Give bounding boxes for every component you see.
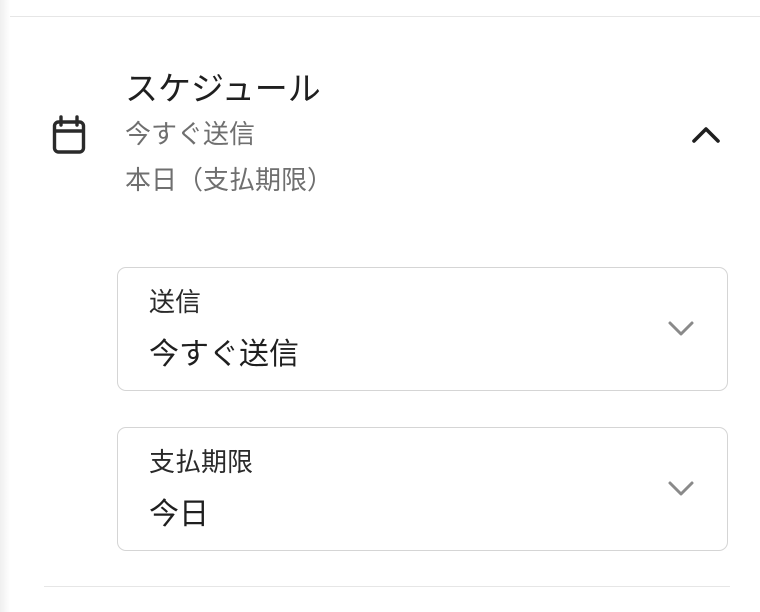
chevron-up-icon[interactable] (690, 122, 722, 146)
schedule-due-summary: 本日（支払期限） (125, 166, 334, 196)
schedule-section-header[interactable]: スケジュール 今すぐ送信 本日（支払期限） (10, 17, 760, 217)
schedule-title: スケジュール (125, 69, 321, 108)
bottom-divider (44, 586, 730, 587)
due-date-select[interactable]: 支払期限 今日 (117, 427, 728, 551)
panel-edge (0, 0, 10, 612)
send-timing-label: 送信 (149, 288, 202, 318)
due-date-label: 支払期限 (149, 448, 254, 478)
send-timing-value: 今すぐ送信 (149, 337, 299, 372)
due-date-value: 今日 (149, 497, 209, 532)
send-timing-select[interactable]: 送信 今すぐ送信 (117, 267, 728, 391)
calendar-icon (52, 115, 86, 155)
chevron-down-icon (667, 478, 695, 498)
chevron-down-icon (667, 318, 695, 338)
schedule-send-summary: 今すぐ送信 (125, 120, 256, 150)
